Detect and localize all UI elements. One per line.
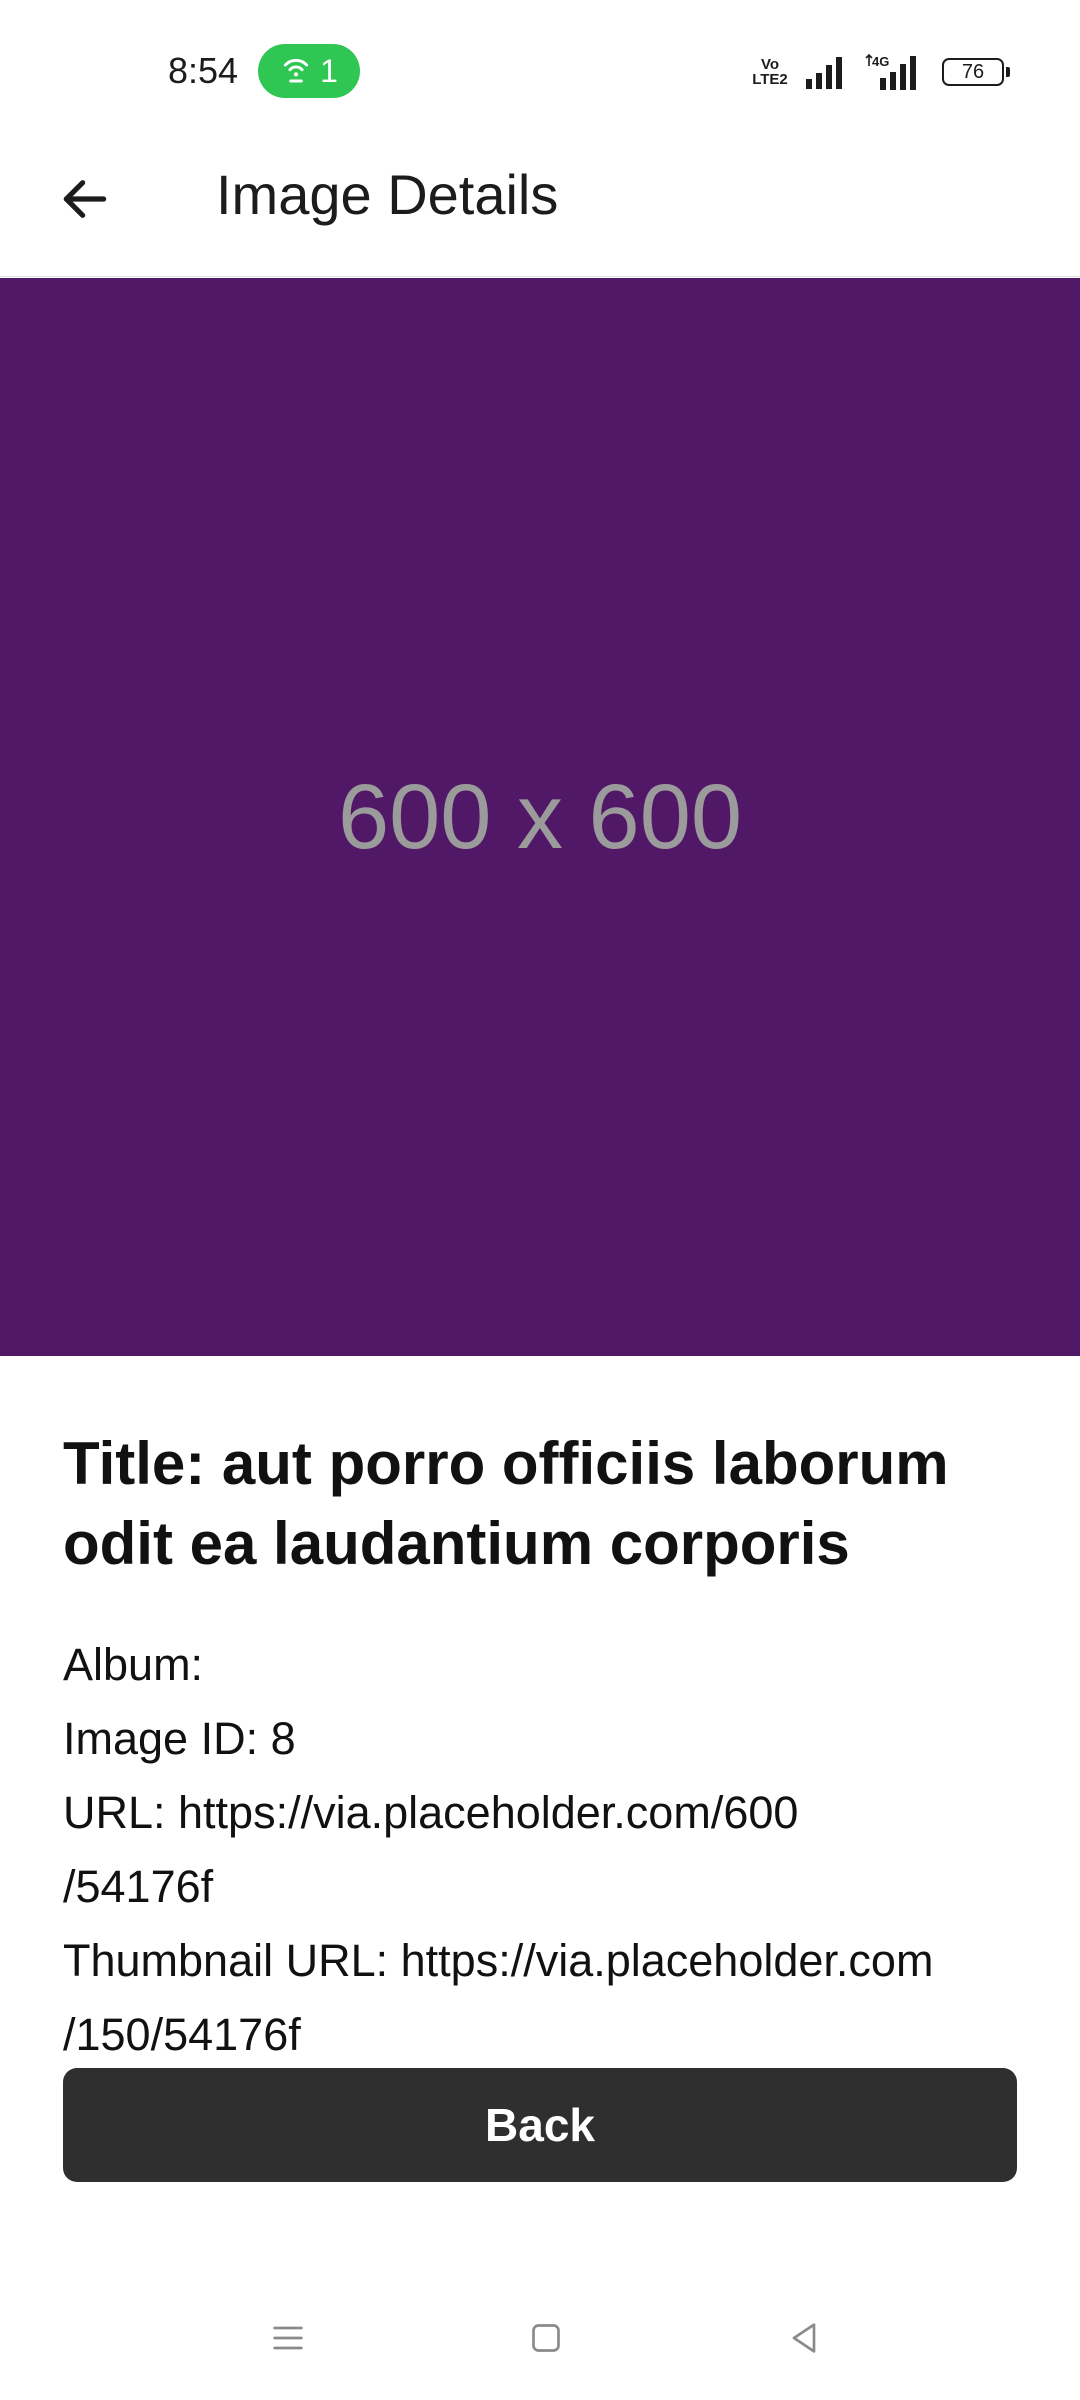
back-arrow-button[interactable]	[50, 166, 120, 236]
status-bar: 8:54 1 Vo LTE2 4G 76	[0, 0, 1080, 140]
back-triangle-icon	[784, 2318, 824, 2363]
recent-apps-button[interactable]	[258, 2310, 318, 2370]
signal-strength-icon	[804, 55, 848, 89]
album-label: Album:	[63, 1639, 204, 1690]
placeholder-image: 600 x 600	[0, 278, 1080, 1356]
page-title: Image Details	[216, 163, 559, 226]
home-square-icon	[526, 2318, 566, 2363]
image-details-screen: 8:54 1 Vo LTE2 4G 76 Image Details 600 x…	[0, 0, 1080, 2400]
app-bar: Image Details	[0, 130, 1080, 277]
thumbnail-url-label-line1: Thumbnail URL: https://via.placeholder.c…	[63, 1935, 934, 1986]
status-icons: Vo LTE2 4G 76	[752, 50, 1010, 94]
image-details-list: Album: Image ID: 8 URL: https://via.plac…	[63, 1628, 1023, 2072]
volte-icon: Vo LTE2	[752, 56, 788, 88]
arrow-left-icon	[57, 171, 113, 232]
image-title: Title: aut porro officiis laborum odit e…	[63, 1430, 949, 1577]
svg-text:4G: 4G	[872, 54, 889, 69]
url-label-line1: URL: https://via.placeholder.com/600	[63, 1787, 799, 1838]
system-back-button[interactable]	[774, 2310, 834, 2370]
hotspot-count: 1	[320, 52, 338, 89]
menu-icon	[268, 2318, 308, 2363]
back-button[interactable]: Back	[63, 2068, 1017, 2182]
thumbnail-url-label-line2: /150/54176f	[63, 2009, 301, 2060]
system-navigation-bar	[0, 2288, 1080, 2400]
image-id-label: Image ID: 8	[63, 1713, 296, 1764]
hotspot-indicator[interactable]: 1	[258, 44, 360, 98]
signal-4g-icon: 4G	[864, 54, 926, 90]
url-label-line2: /54176f	[63, 1861, 214, 1912]
image-size-label: 600 x 600	[337, 765, 743, 868]
battery-icon: 76	[942, 58, 1010, 86]
home-button[interactable]	[516, 2310, 576, 2370]
status-time: 8:54	[168, 50, 239, 91]
hotspot-icon	[280, 53, 312, 90]
battery-level: 76	[961, 60, 985, 83]
